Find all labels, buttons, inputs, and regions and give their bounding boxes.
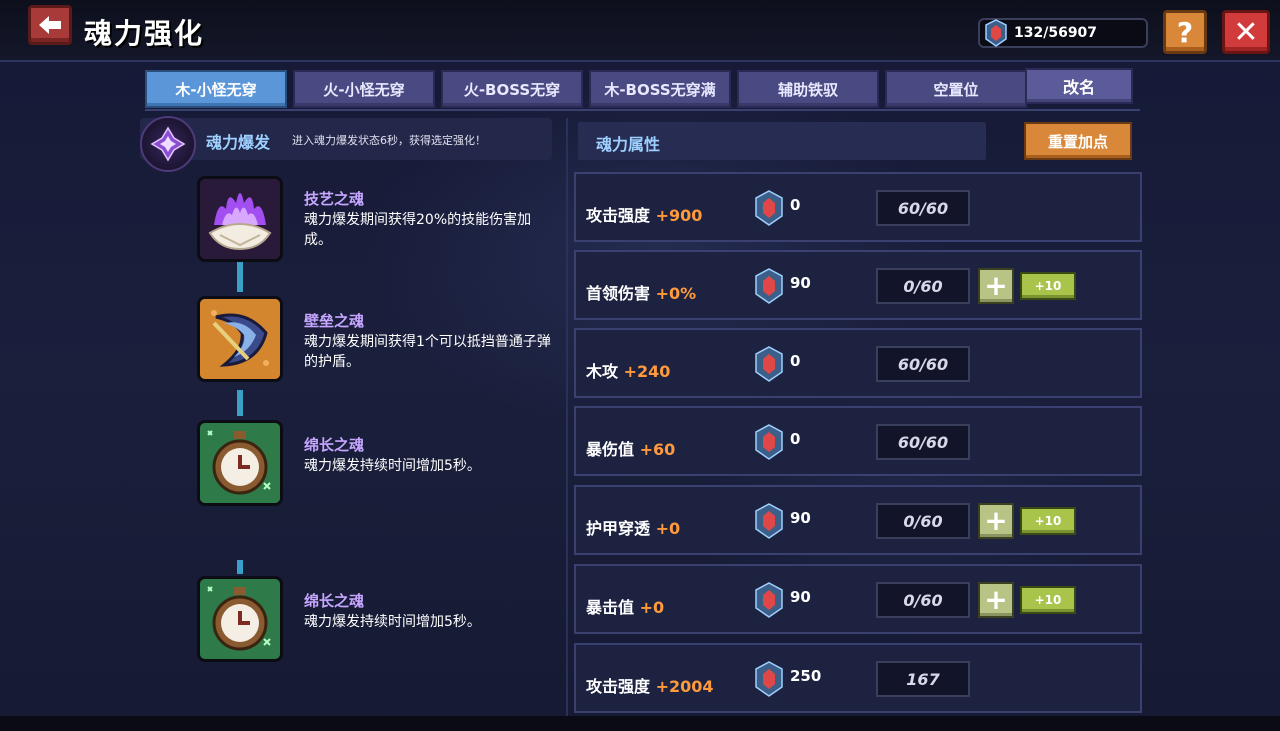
stopwatch-icon [200,423,280,503]
attribute-label: 攻击强度 +2004 [586,677,714,696]
soul-gem-icon [755,346,783,382]
attribute-bonus: +0% [655,284,697,303]
attribute-row: 攻击强度 +2004 250 167 [574,643,1142,713]
attribute-label: 暴伤值 +60 [586,440,676,459]
attribute-level: 0/60 [876,503,970,539]
soul-gem-icon [755,661,783,697]
tab-preset-2[interactable]: 火-小怪无穿 [293,70,435,108]
attribute-bonus: +2004 [655,677,714,696]
add-ten-points-button[interactable]: +10 [1020,586,1076,614]
attribute-level: 0/60 [876,582,970,618]
soul-connector [237,560,243,574]
add-point-button[interactable]: + [978,582,1014,618]
soul-currency-display: 132/56907 [978,18,1148,48]
soul-gem-icon [755,582,783,618]
soul-description: 魂力爆发持续时间增加5秒。 [304,458,481,474]
attribute-cost: 250 [790,667,822,685]
tab-preset-1[interactable]: 木-小怪无穿 [145,70,287,108]
attribute-label: 暴击值 +0 [586,598,665,617]
attribute-bonus: +0 [655,519,681,538]
soul-connector [237,262,243,292]
soul-name: 绵长之魂 [304,592,365,610]
attribute-bonus: +60 [639,440,676,459]
top-bar: 魂力强化 132/56907 ? ✕ [0,0,1280,62]
attribute-row: 护甲穿透 +0 90 0/60 + +10 [574,485,1142,555]
attribute-cost: 0 [790,196,801,214]
soul-attributes-header: 魂力属性 [578,122,986,160]
close-button[interactable]: ✕ [1222,10,1270,54]
panel-divider [566,118,568,718]
tab-preset-5[interactable]: 辅助铁驭 [737,70,879,108]
attribute-level: 60/60 [876,424,970,460]
tab-preset-3[interactable]: 火-BOSS无穿 [441,70,583,108]
bottom-bar [0,716,1280,731]
attribute-label: 木攻 +240 [586,362,671,381]
attribute-label: 攻击强度 +900 [586,206,703,225]
back-button[interactable] [28,5,72,45]
soul-description: 魂力爆发期间获得20%的技能伤害加成。 [304,212,532,248]
soul-slot-3[interactable] [197,420,283,506]
soul-attributes-title: 魂力属性 [596,135,661,154]
soul-slot-1[interactable] [197,176,283,262]
attribute-cost: 0 [790,352,801,370]
attribute-label: 首领伤害 +0% [586,284,697,303]
soul-description: 魂力爆发持续时间增加5秒。 [304,614,481,630]
attribute-row: 暴击值 +0 90 0/60 + +10 [574,564,1142,634]
attribute-row: 暴伤值 +60 0 60/60 [574,406,1142,476]
soul-gem-icon [755,190,783,226]
soul-burst-title: 魂力爆发 [206,133,271,152]
add-point-button[interactable]: + [978,268,1014,304]
soul-burst-emblem-icon [140,116,196,172]
shield-icon [200,299,280,379]
reset-points-button[interactable]: 重置加点 [1024,122,1132,160]
attribute-level: 60/60 [876,346,970,382]
tab-divider [145,109,1140,111]
attribute-level: 0/60 [876,268,970,304]
attribute-level: 60/60 [876,190,970,226]
soul-name: 绵长之魂 [304,436,365,454]
add-ten-points-button[interactable]: +10 [1020,507,1076,535]
page-title: 魂力强化 [84,17,205,50]
soul-gem-icon [755,424,783,460]
tab-preset-6[interactable]: 空置位 [885,70,1027,108]
add-point-button[interactable]: + [978,503,1014,539]
stopwatch-icon [200,579,280,659]
currency-amount: 132/56907 [1014,25,1098,41]
soul-gem-icon [985,19,1007,47]
soul-gem-icon [755,503,783,539]
help-button[interactable]: ? [1163,10,1207,54]
attribute-label: 护甲穿透 +0 [586,519,681,538]
attribute-cost: 90 [790,274,811,292]
add-ten-points-button[interactable]: +10 [1020,272,1076,300]
attribute-row: 木攻 +240 0 60/60 [574,328,1142,398]
attribute-bonus: +240 [623,362,671,381]
attribute-bonus: +900 [655,206,703,225]
soul-description: 魂力爆发期间获得1个可以抵挡普通子弹的护盾。 [304,334,551,370]
soul-name: 壁垒之魂 [304,312,365,330]
attribute-row: 攻击强度 +900 0 60/60 [574,172,1142,242]
soul-burst-description: 进入魂力爆发状态6秒，获得选定强化！ [292,134,486,147]
tab-preset-4[interactable]: 木-BOSS无穿满 [589,70,731,108]
soul-slot-4[interactable] [197,576,283,662]
rename-button[interactable]: 改名 [1025,68,1133,104]
attribute-cost: 90 [790,588,811,606]
attribute-bonus: +0 [639,598,665,617]
soul-connector [237,390,243,416]
soul-gem-icon [755,268,783,304]
purple-flame-shell-icon [200,179,280,259]
attribute-row: 首领伤害 +0% 90 0/60 + +10 [574,250,1142,320]
soul-slot-2[interactable] [197,296,283,382]
soul-burst-header: 魂力爆发 进入魂力爆发状态6秒，获得选定强化！ [140,116,552,172]
attribute-level: 167 [876,661,970,697]
arrow-left-icon [39,16,61,34]
attribute-cost: 0 [790,430,801,448]
attribute-cost: 90 [790,509,811,527]
soul-name: 技艺之魂 [304,190,365,208]
